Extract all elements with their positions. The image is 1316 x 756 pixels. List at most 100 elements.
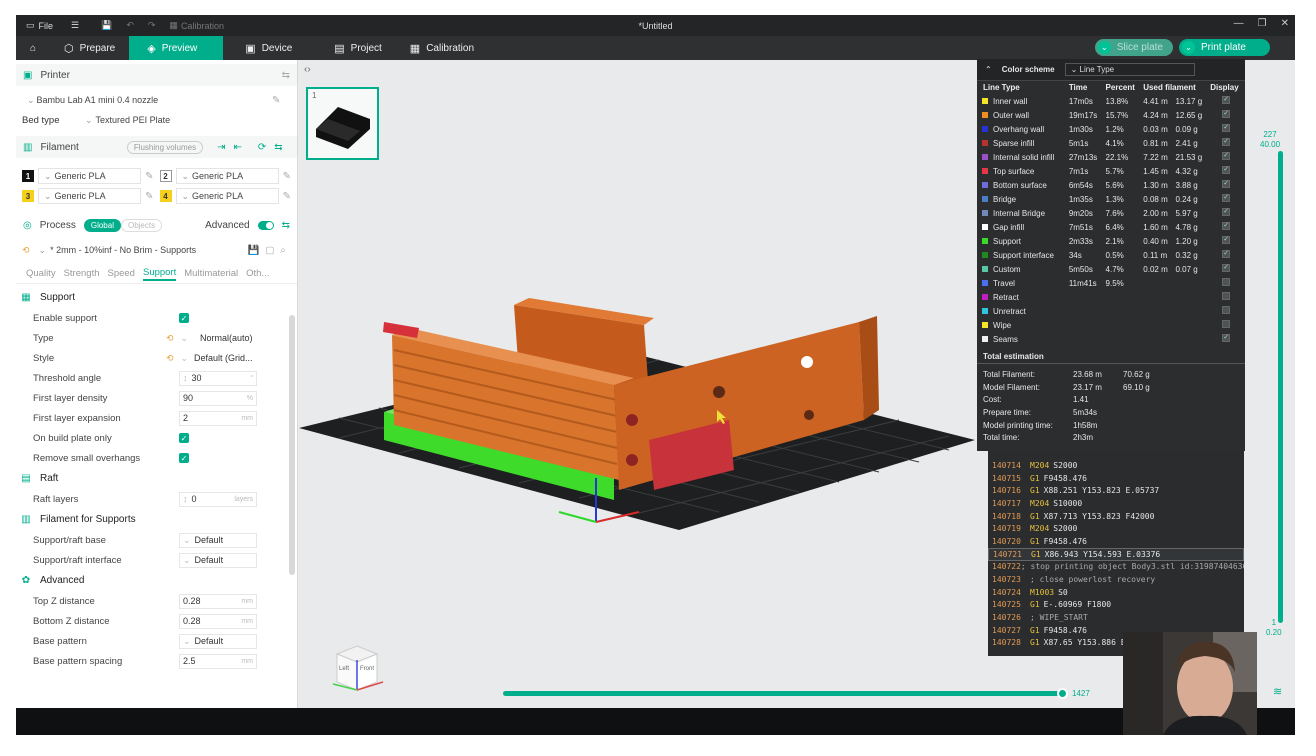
redo-icon[interactable]: ↷ <box>148 20 156 31</box>
edit-icon[interactable]: ✎ <box>145 191 153 202</box>
layer-slider-track[interactable] <box>1278 151 1283 623</box>
sidebar-scrollbar[interactable] <box>289 315 295 575</box>
tab-others[interactable]: Oth... <box>246 268 269 279</box>
enable-support-checkbox[interactable]: ✓ <box>179 313 189 323</box>
filament-section-header[interactable]: ▥ Filament Flushing volumes ⇥ ⇤ ⟳ ⇆ <box>16 136 297 158</box>
top-z-distance-input[interactable]: 0.28 mm <box>179 593 257 609</box>
gcode-line[interactable]: 140726 ; WIPE_START <box>988 611 1244 624</box>
undo-icon[interactable]: ↶ <box>126 20 134 31</box>
compare-icon[interactable]: ⇆ <box>282 220 290 231</box>
display-checkbox[interactable] <box>1222 249 1231 258</box>
gcode-line[interactable]: 140720 G1 F9458.476 <box>988 535 1244 548</box>
global-toggle[interactable]: Global <box>83 218 121 232</box>
type-select[interactable]: ⌄ Normal(auto) <box>178 331 256 346</box>
bed-type-select[interactable]: ⌄ Textured PEI Plate <box>80 112 276 128</box>
on-build-plate-only-checkbox[interactable]: ✓ <box>179 433 189 443</box>
filament-select[interactable]: ⌄ Generic PLA <box>175 188 279 204</box>
print-plate-button[interactable]: ⌄ Print plate <box>1178 39 1270 56</box>
move-slider-handle[interactable] <box>1057 688 1068 699</box>
gcode-line[interactable]: 140721 G1 X86.943 Y154.593 E.03376 <box>988 547 1244 561</box>
minimize-icon[interactable]: — <box>1234 18 1244 29</box>
gcode-line[interactable]: 140714 M204 S2000 <box>988 459 1244 472</box>
display-checkbox[interactable] <box>1222 193 1231 202</box>
first-layer-expansion-input[interactable]: 2 mm <box>179 410 257 426</box>
filament-select[interactable]: ⌄ Generic PLA <box>38 168 142 184</box>
reset-icon[interactable]: ⟲ <box>166 333 174 344</box>
filament-slot-1[interactable]: 1 ⌄ Generic PLA ✎ <box>22 168 154 184</box>
save-icon[interactable]: 💾 <box>101 20 112 31</box>
close-icon[interactable]: ✕ <box>1281 18 1289 29</box>
filament-settings-icon[interactable]: ⇆ <box>274 142 282 153</box>
base-pattern-spacing-input[interactable]: 2.5 mm <box>179 653 257 669</box>
edit-icon[interactable]: ✎ <box>283 171 291 182</box>
tab-support[interactable]: Support <box>142 267 177 281</box>
tab-strength[interactable]: Strength <box>64 268 100 279</box>
gcode-line[interactable]: 140725 G1 E-.60969 F1800 <box>988 599 1244 612</box>
bottom-z-distance-input[interactable]: 0.28 mm <box>179 613 257 629</box>
display-checkbox[interactable] <box>1222 179 1231 188</box>
home-button[interactable]: ⌂ <box>16 36 50 60</box>
edit-icon[interactable]: ✎ <box>283 191 291 202</box>
display-checkbox[interactable] <box>1222 306 1231 314</box>
tab-prepare[interactable]: ⬡ Prepare <box>50 36 129 60</box>
gcode-line[interactable]: 140718 G1 X87.713 Y153.823 F42000 <box>988 510 1244 523</box>
layers-icon[interactable]: ≋ <box>1273 685 1282 698</box>
display-checkbox[interactable] <box>1222 333 1231 342</box>
copy-icon[interactable]: ▢ <box>265 245 274 256</box>
reset-icon[interactable]: ⟲ <box>166 353 174 364</box>
display-checkbox[interactable] <box>1222 137 1231 146</box>
collapse-legend-icon[interactable]: ⌃ <box>985 65 992 74</box>
add-filament-icon[interactable]: ⇥ <box>217 142 225 153</box>
gcode-line[interactable]: 140715 G1 F9458.476 <box>988 472 1244 485</box>
filament-select[interactable]: ⌄ Generic PLA <box>38 188 142 204</box>
sync-icon[interactable]: ⟳ <box>258 142 266 153</box>
maximize-icon[interactable]: ❐ <box>1258 18 1267 29</box>
process-preset-select[interactable]: ⌄ * 2mm - 10%inf - No Brim - Supports <box>33 242 244 258</box>
calibration-menu[interactable]: ▦ Calibration <box>169 20 224 31</box>
tab-project[interactable]: ▤ Project <box>320 36 396 60</box>
remove-filament-icon[interactable]: ⇤ <box>233 142 241 153</box>
display-checkbox[interactable] <box>1222 151 1231 160</box>
advanced-toggle[interactable] <box>257 220 274 230</box>
flushing-volumes-button[interactable]: Flushing volumes <box>126 140 204 154</box>
objects-toggle[interactable]: Objects <box>120 218 163 232</box>
move-slider-track[interactable] <box>503 691 1063 696</box>
navigation-cube[interactable]: Left Front <box>329 640 385 696</box>
support-raft-interface-select[interactable]: ⌄ Default <box>179 552 257 568</box>
printer-section-header[interactable]: ▣ Printer ⇆ <box>16 64 297 86</box>
color-scheme-select[interactable]: ⌄ Line Type <box>1064 63 1195 76</box>
display-checkbox[interactable] <box>1222 292 1231 300</box>
filament-slot-3[interactable]: 3 ⌄ Generic PLA ✎ <box>22 188 154 204</box>
filament-slot-4[interactable]: 4 ⌄ Generic PLA ✎ <box>159 188 291 204</box>
support-raft-base-select[interactable]: ⌄ Default <box>179 532 257 548</box>
printer-select[interactable]: ⌄ Bambu Lab A1 mini 0.4 nozzle <box>22 92 272 108</box>
reset-icon[interactable]: ⟲ <box>22 245 30 256</box>
menu-icon[interactable]: ☰ <box>71 20 79 31</box>
tab-speed[interactable]: Speed <box>108 268 135 279</box>
file-menu[interactable]: ▭ File <box>26 20 53 31</box>
tab-device[interactable]: ▣ Device <box>231 36 306 60</box>
display-checkbox[interactable] <box>1222 109 1231 118</box>
settings-icon[interactable]: ⇆ <box>282 70 290 81</box>
search-icon[interactable]: ⌕ <box>280 245 285 256</box>
display-checkbox[interactable] <box>1222 263 1231 272</box>
gcode-line[interactable]: 140724 M1003 S0 <box>988 586 1244 599</box>
gcode-line[interactable]: 140723 ; close powerlost recovery <box>988 573 1244 586</box>
display-checkbox[interactable] <box>1222 278 1231 286</box>
raft-layers-input[interactable]: ↕ 0 layers <box>179 491 257 507</box>
display-checkbox[interactable] <box>1222 221 1231 230</box>
display-checkbox[interactable] <box>1222 207 1231 216</box>
gcode-line[interactable]: 140717 M204 S10000 <box>988 497 1244 510</box>
remove-small-overhangs-checkbox[interactable]: ✓ <box>179 453 189 463</box>
edit-icon[interactable]: ✎ <box>145 171 153 182</box>
edit-icon[interactable]: ✎ <box>272 95 280 106</box>
save-preset-icon[interactable]: 💾 <box>248 245 260 256</box>
tab-preview[interactable]: ◈ Preview <box>129 36 224 60</box>
tab-calibration[interactable]: ▦ Calibration <box>396 36 488 60</box>
style-select[interactable]: ⌄ Default (Grid... <box>178 351 256 366</box>
gcode-line[interactable]: 140722; stop printing object Body3.stl i… <box>988 561 1244 574</box>
first-layer-density-input[interactable]: 90% <box>179 390 257 406</box>
slice-plate-button[interactable]: ⌄ Slice plate <box>1094 39 1173 56</box>
display-checkbox[interactable] <box>1222 95 1231 104</box>
base-pattern-select[interactable]: ⌄ Default <box>179 633 257 649</box>
